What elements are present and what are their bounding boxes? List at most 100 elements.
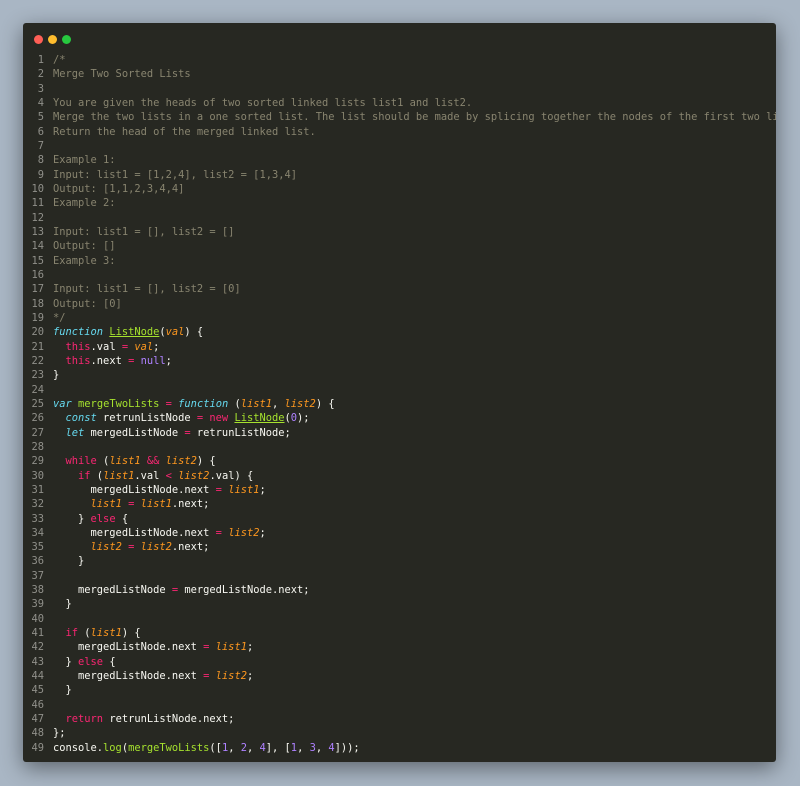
code-token: list1 [103,469,135,482]
line-number: 16 [31,268,44,281]
code-token: { [115,512,129,525]
line-number: 21 [31,340,44,353]
code-token: mergedListNode.next [53,670,204,683]
minimize-window-button[interactable] [48,35,57,44]
code-token: You are given the heads of two sorted li… [53,96,473,109]
code-line: 45 } [23,683,776,697]
code-token: ( [90,469,104,482]
code-line: 11 Example 2: [23,196,776,210]
line-number: 20 [31,326,44,339]
line-number: 42 [31,641,44,654]
code-line: 20 function ListNode(val) { [23,325,776,339]
code-line: 42 mergedListNode.next = list1; [23,640,776,654]
code-token: , [246,741,260,754]
line-number: 33 [31,512,44,525]
line-number: 39 [31,598,44,611]
line-number: 13 [31,225,44,238]
code-line: 40 [23,612,776,626]
code-line: 16 [23,268,776,282]
code-token: , [315,741,329,754]
close-window-button[interactable] [34,35,43,44]
code-token: Example 2: [53,197,116,210]
code-token: .next; [171,498,210,511]
line-number: 8 [37,154,44,167]
line-number: 41 [31,627,44,640]
code-line: 1 /* [23,53,776,67]
line-number: 37 [31,569,44,582]
line-number: 34 [31,526,44,539]
code-token: function [178,397,229,410]
line-number: 31 [31,483,44,496]
code-token: list1 [90,627,122,640]
code-token: list2 [284,397,316,410]
code-line: 26 const retrunListNode = new ListNode(0… [23,411,776,425]
code-token: list1 [215,641,247,654]
line-number: 2 [37,68,44,81]
code-line: 21 this.val = val; [23,340,776,354]
code-token: mergedListNode.next [53,641,204,654]
code-token: .next; [171,541,210,554]
code-token: && [146,455,160,468]
line-number: 36 [31,555,44,568]
code-token: val [134,340,154,353]
code-token: */ [53,311,66,324]
code-token: Input: list1 = [1,2,4], list2 = [1,3,4] [53,168,297,181]
line-number: 46 [31,698,44,711]
code-editor[interactable]: 1 /* 2 Merge Two Sorted Lists 3 4 You are give… [23,53,776,755]
code-token: list1 [228,483,260,496]
code-line: 9 Input: list1 = [1,2,4], list2 = [1,3,4] [23,168,776,182]
window-titlebar [23,23,776,57]
code-token: this [65,354,91,367]
code-token: , [228,741,241,754]
maximize-window-button[interactable] [62,35,71,44]
code-line: 29 while (list1 && list2) { [23,454,776,468]
line-number: 45 [31,684,44,697]
code-window: 1 /* 2 Merge Two Sorted Lists 3 4 You are give… [23,23,776,762]
line-number: 26 [31,412,44,425]
line-number: 19 [31,311,44,324]
code-token: retrunListNode.next; [103,713,235,726]
code-token: Example 1: [53,154,116,167]
code-token: ( [78,627,91,640]
line-number: 49 [31,741,44,754]
code-token: else [78,655,104,668]
code-token: .next [90,354,129,367]
code-line: 19 */ [23,311,776,325]
code-token: return [65,713,104,726]
code-line: 34 mergedListNode.next = list2; [23,526,776,540]
code-line: 6 Return the head of the merged linked li… [23,125,776,139]
code-line: 41 if (list1) { [23,626,776,640]
line-number: 4 [37,96,44,109]
code-token: mergedListNode [84,426,185,439]
code-token: list2 [228,526,260,539]
code-token: function [53,326,104,339]
code-line: 31 mergedListNode.next = list1; [23,483,776,497]
code-token: mergeTwoLists [128,741,210,754]
line-number: 6 [37,125,44,138]
code-token: } [53,684,72,697]
line-number: 3 [37,82,44,95]
code-token: ; [259,483,266,496]
code-token: ; [165,354,172,367]
code-line: 8 Example 1: [23,153,776,167]
line-number: 23 [31,369,44,382]
line-number: 35 [31,541,44,554]
code-token: list1 [240,397,273,410]
code-line: 46 [23,698,776,712]
code-line: 4 You are given the heads of two sorted l… [23,96,776,110]
line-number: 5 [37,111,44,124]
code-token: mergeTwoLists [78,397,160,410]
code-token: ) { [184,326,204,339]
code-line: 48}; [23,726,776,740]
code-token: Input: list1 = [], list2 = [] [53,225,235,238]
code-token: while [65,455,97,468]
code-line: 23} [23,368,776,382]
code-token: ([ [209,741,222,754]
code-line: 25 var mergeTwoLists = function (list1, l… [23,397,776,411]
line-number: 29 [31,455,44,468]
code-token: }; [53,727,66,740]
code-token: Output: [] [53,240,116,253]
